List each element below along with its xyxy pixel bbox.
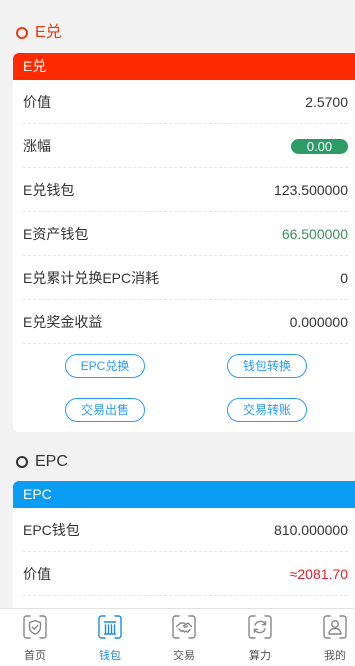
nav-label-profile: 我的 — [324, 650, 346, 662]
e-section-title-text: E兑 — [35, 24, 62, 41]
change-label: 涨幅 — [23, 138, 51, 154]
epc-wallet-row: EPC钱包 810.000000 — [23, 508, 348, 552]
trade-transfer-button[interactable]: 交易转账 — [227, 398, 307, 422]
action-row-2: 交易出售 交易转账 — [13, 388, 355, 432]
epc-consumed-row: E兑累计兑换EPC消耗 0 — [23, 256, 348, 300]
e-wallet-value: 123.500000 — [274, 182, 348, 198]
price-value: 2.5700 — [305, 94, 348, 110]
nav-label-computing-power: 算力 — [249, 650, 271, 662]
home-icon — [22, 614, 48, 640]
epc-price-label: 价值 — [23, 566, 51, 582]
epc-price-row: 价值 ≈2081.70 — [23, 552, 348, 596]
change-badge: 0.00 — [291, 139, 348, 154]
nav-item-computing-power[interactable]: 算力 — [240, 609, 280, 666]
e-asset-wallet-row: E资产钱包 66.500000 — [23, 212, 348, 256]
e-asset-wallet-value: 66.500000 — [281, 226, 348, 242]
e-asset-wallet-label: E资产钱包 — [23, 226, 89, 242]
nav-label-trade: 交易 — [173, 650, 195, 662]
e-section-title: E兑 — [0, 22, 200, 44]
e-card-header: E兑 — [13, 53, 355, 80]
price-label: 价值 — [23, 94, 51, 110]
computing-power-icon — [247, 614, 273, 640]
action-row-1: EPC兑换 钱包转换 — [13, 344, 355, 388]
nav-item-trade[interactable]: 交易 — [164, 609, 204, 666]
e-bonus-label: E兑奖金收益 — [23, 314, 103, 330]
circle-icon — [16, 456, 28, 468]
wallet-icon — [97, 614, 123, 640]
profile-icon — [322, 614, 348, 640]
nav-item-profile[interactable]: 我的 — [315, 609, 355, 666]
epc-wallet-value: 810.000000 — [274, 522, 348, 538]
trade-icon — [171, 614, 197, 640]
wallet-transfer-button[interactable]: 钱包转换 — [227, 354, 307, 378]
epc-section-title-text: EPC — [35, 453, 68, 470]
e-card: E兑 价值 2.5700 涨幅 0.00 E兑钱包 123.500000 E资产… — [13, 53, 355, 432]
e-wallet-row: E兑钱包 123.500000 — [23, 168, 348, 212]
e-bonus-value: 0.000000 — [289, 314, 348, 330]
epc-exchange-button[interactable]: EPC兑换 — [65, 354, 145, 378]
e-bonus-row: E兑奖金收益 0.000000 — [23, 300, 348, 344]
epc-card-header: EPC — [13, 481, 355, 508]
epc-wallet-label: EPC钱包 — [23, 522, 80, 538]
epc-price-value: ≈2081.70 — [289, 566, 348, 582]
trade-sell-button[interactable]: 交易出售 — [65, 398, 145, 422]
e-wallet-label: E兑钱包 — [23, 182, 75, 198]
circle-icon — [16, 27, 28, 39]
nav-item-home[interactable]: 首页 — [15, 609, 55, 666]
nav-item-wallet[interactable]: 钱包 — [90, 609, 130, 666]
change-row: 涨幅 0.00 — [23, 124, 348, 168]
nav-label-home: 首页 — [24, 650, 46, 662]
epc-section-title: EPC — [0, 451, 200, 473]
bottom-nav: 首页 钱包 交易 算力 我的 — [0, 608, 355, 666]
epc-consumed-value: 0 — [340, 270, 348, 286]
price-row: 价值 2.5700 — [23, 80, 348, 124]
nav-label-wallet: 钱包 — [99, 650, 121, 662]
epc-consumed-label: E兑累计兑换EPC消耗 — [23, 270, 160, 286]
